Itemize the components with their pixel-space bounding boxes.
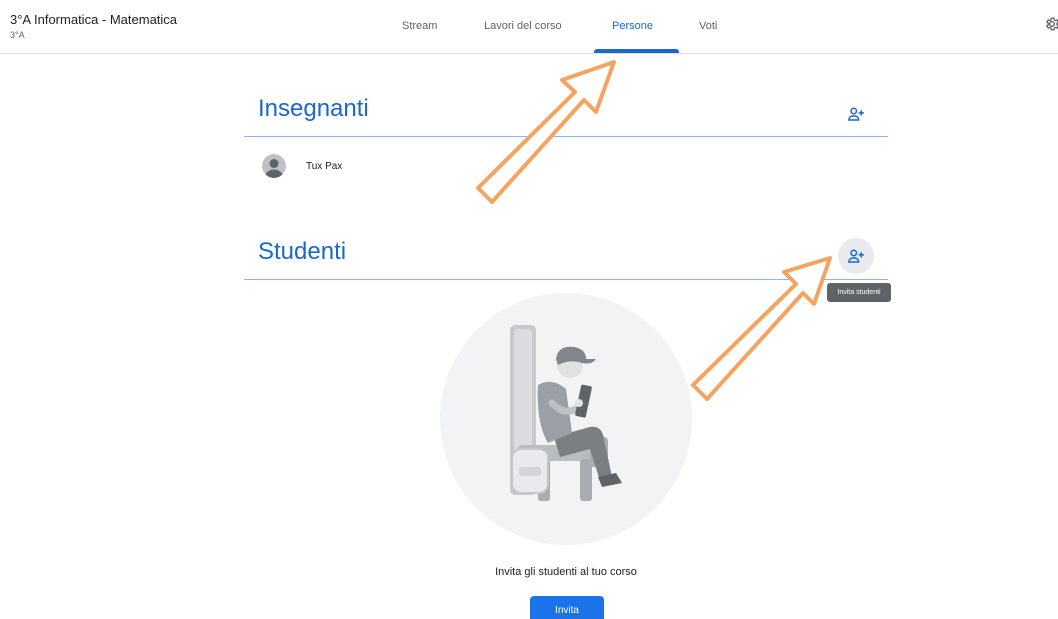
tab-course-work[interactable]: Lavori del corso bbox=[484, 20, 562, 32]
add-teacher-button[interactable] bbox=[838, 96, 874, 132]
avatar bbox=[262, 154, 286, 178]
gear-icon[interactable] bbox=[1044, 16, 1058, 32]
student-reading-illustration bbox=[440, 293, 692, 545]
teachers-heading: Insegnanti bbox=[258, 95, 369, 122]
tab-stream[interactable]: Stream bbox=[402, 20, 437, 32]
active-tab-indicator bbox=[594, 49, 679, 53]
teachers-divider bbox=[244, 136, 888, 137]
invite-button[interactable]: Invita bbox=[530, 596, 604, 619]
course-title[interactable]: 3°A Informatica - Matematica bbox=[10, 12, 177, 27]
avatar-icon bbox=[262, 154, 286, 178]
students-divider bbox=[244, 279, 888, 280]
person-add-icon bbox=[848, 107, 864, 121]
person-add-icon bbox=[848, 249, 864, 263]
teacher-row[interactable]: Tux Pax bbox=[262, 153, 342, 179]
tab-people[interactable]: Persone bbox=[612, 20, 653, 32]
arrow-to-people-tab bbox=[476, 60, 616, 204]
tab-grades[interactable]: Voti bbox=[699, 20, 717, 32]
top-bar: 3°A Informatica - Matematica 3°A Stream … bbox=[0, 0, 1058, 54]
students-heading: Studenti bbox=[258, 238, 347, 265]
course-subtitle: 3°A bbox=[10, 30, 25, 40]
teacher-name: Tux Pax bbox=[306, 160, 343, 172]
invite-students-button[interactable] bbox=[838, 238, 874, 274]
invite-students-message: Invita gli studenti al tuo corso bbox=[495, 566, 637, 578]
invite-students-tooltip: Invita studenti bbox=[827, 283, 891, 302]
